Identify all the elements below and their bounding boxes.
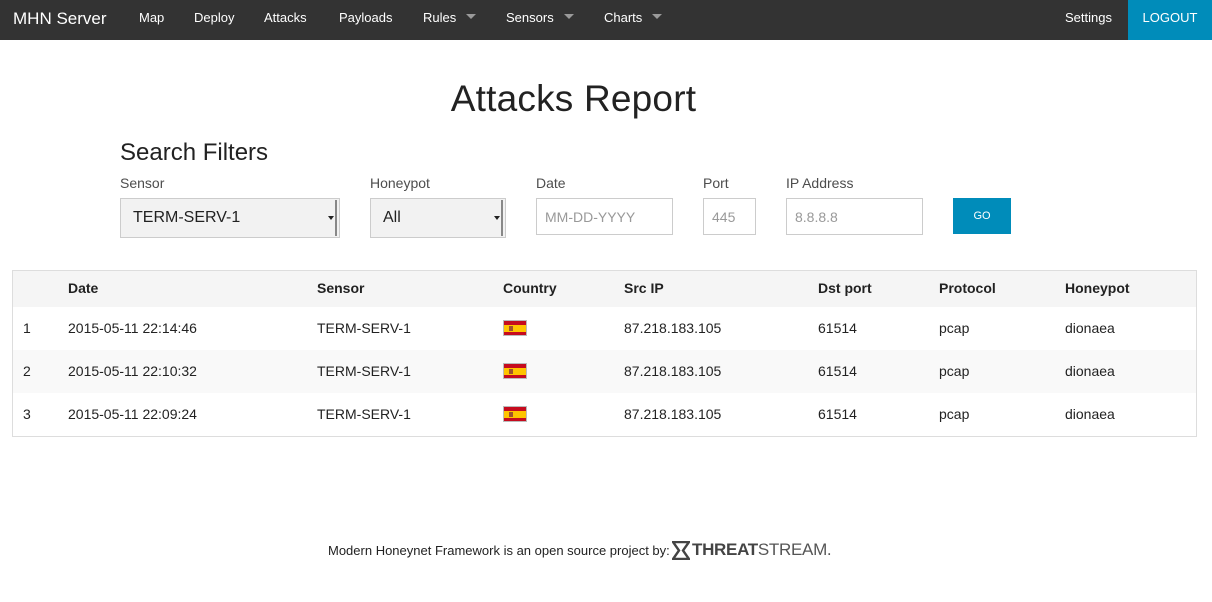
column-header-country: Country	[503, 280, 557, 296]
logo-text-threat: THREAT	[692, 540, 758, 559]
nav-item-charts[interactable]: Charts	[604, 0, 663, 40]
cell-protocol: pcap	[939, 406, 970, 422]
column-header-sensor: Sensor	[317, 280, 365, 296]
cell-date: 2015-05-11 22:14:46	[68, 320, 197, 336]
chevron-down-icon	[563, 14, 574, 20]
cell-honeypot: dionaea	[1065, 406, 1115, 422]
spain-flag-icon	[503, 320, 527, 336]
column-header-date: Date	[68, 280, 99, 296]
spain-flag-icon	[503, 406, 527, 422]
search-filters-heading: Search Filters	[120, 139, 269, 166]
logo-text-stream: STREAM.	[757, 540, 832, 559]
cell-date: 2015-05-11 22:09:24	[68, 406, 197, 422]
cell-date: 2015-05-11 22:10:32	[68, 363, 197, 379]
port-input[interactable]	[703, 198, 756, 235]
nav-item-rules[interactable]: Rules	[423, 0, 477, 40]
table-row: 1 2015-05-11 22:14:46 TERM-SERV-1 87.218…	[13, 307, 1196, 350]
cell-dst-port: 61514	[818, 363, 857, 379]
spain-flag-icon	[503, 363, 527, 379]
dropdown-arrow-icon	[494, 200, 503, 236]
cell-dst-port: 61514	[818, 406, 857, 422]
logout-button[interactable]: LOGOUT	[1128, 0, 1212, 40]
nav-item-sensors[interactable]: Sensors	[506, 0, 574, 40]
cell-sensor: TERM-SERV-1	[317, 406, 411, 422]
row-number: 3	[23, 406, 31, 422]
honeypot-select[interactable]: All	[370, 198, 506, 238]
sensor-select-value: TERM-SERV-1	[133, 209, 241, 226]
sensor-select[interactable]: TERM-SERV-1	[120, 198, 340, 238]
page-title: Attacks Report	[450, 78, 697, 119]
column-header-dst-port: Dst port	[818, 280, 872, 296]
cell-sensor: TERM-SERV-1	[317, 320, 411, 336]
row-number: 2	[23, 363, 31, 379]
nav-item-sensors-label: Sensors	[506, 10, 554, 25]
column-header-src-ip: Src IP	[624, 280, 664, 296]
port-label: Port	[703, 175, 729, 191]
dropdown-arrow-icon	[328, 200, 337, 236]
date-input[interactable]	[536, 198, 673, 235]
threatstream-logo[interactable]: THREAT STREAM.	[672, 539, 832, 561]
ip-address-input[interactable]	[786, 198, 923, 235]
cell-honeypot: dionaea	[1065, 320, 1115, 336]
honeypot-label: Honeypot	[370, 175, 430, 191]
cell-src-ip: 87.218.183.105	[624, 406, 722, 422]
nav-item-rules-label: Rules	[423, 10, 457, 25]
nav-item-map[interactable]: Map	[139, 0, 164, 40]
nav-item-deploy[interactable]: Deploy	[194, 0, 234, 40]
nav-item-charts-label: Charts	[604, 10, 643, 25]
table-row: 2 2015-05-11 22:10:32 TERM-SERV-1 87.218…	[13, 350, 1196, 393]
cell-honeypot: dionaea	[1065, 363, 1115, 379]
chevron-down-icon	[466, 14, 477, 20]
chevron-down-icon	[652, 14, 663, 20]
row-number: 1	[23, 320, 31, 336]
honeypot-select-value: All	[383, 209, 401, 226]
sensor-label: Sensor	[120, 175, 165, 191]
top-navbar: MHN Server Map Deploy Attacks Payloads R…	[0, 0, 1212, 40]
table-row: 3 2015-05-11 22:09:24 TERM-SERV-1 87.218…	[13, 393, 1196, 436]
column-header-honeypot: Honeypot	[1065, 280, 1130, 296]
cell-protocol: pcap	[939, 363, 970, 379]
cell-sensor: TERM-SERV-1	[317, 363, 411, 379]
footer-text: Modern Honeynet Framework is an open sou…	[328, 543, 670, 558]
go-button[interactable]: GO	[953, 198, 1011, 234]
cell-src-ip: 87.218.183.105	[624, 320, 722, 336]
cell-src-ip: 87.218.183.105	[624, 363, 722, 379]
nav-item-payloads[interactable]: Payloads	[339, 0, 392, 40]
nav-item-attacks[interactable]: Attacks	[264, 0, 307, 40]
attacks-table: Date Sensor Country Src IP Dst port Prot…	[12, 270, 1197, 437]
threatstream-x-icon	[672, 540, 690, 560]
date-label: Date	[536, 175, 566, 191]
nav-item-settings[interactable]: Settings	[1065, 0, 1112, 40]
cell-dst-port: 61514	[818, 320, 857, 336]
cell-protocol: pcap	[939, 320, 970, 336]
ip-address-label: IP Address	[786, 175, 854, 191]
table-header-row: Date Sensor Country Src IP Dst port Prot…	[13, 271, 1196, 307]
brand-link[interactable]: MHN Server	[13, 0, 107, 40]
column-header-protocol: Protocol	[939, 280, 996, 296]
